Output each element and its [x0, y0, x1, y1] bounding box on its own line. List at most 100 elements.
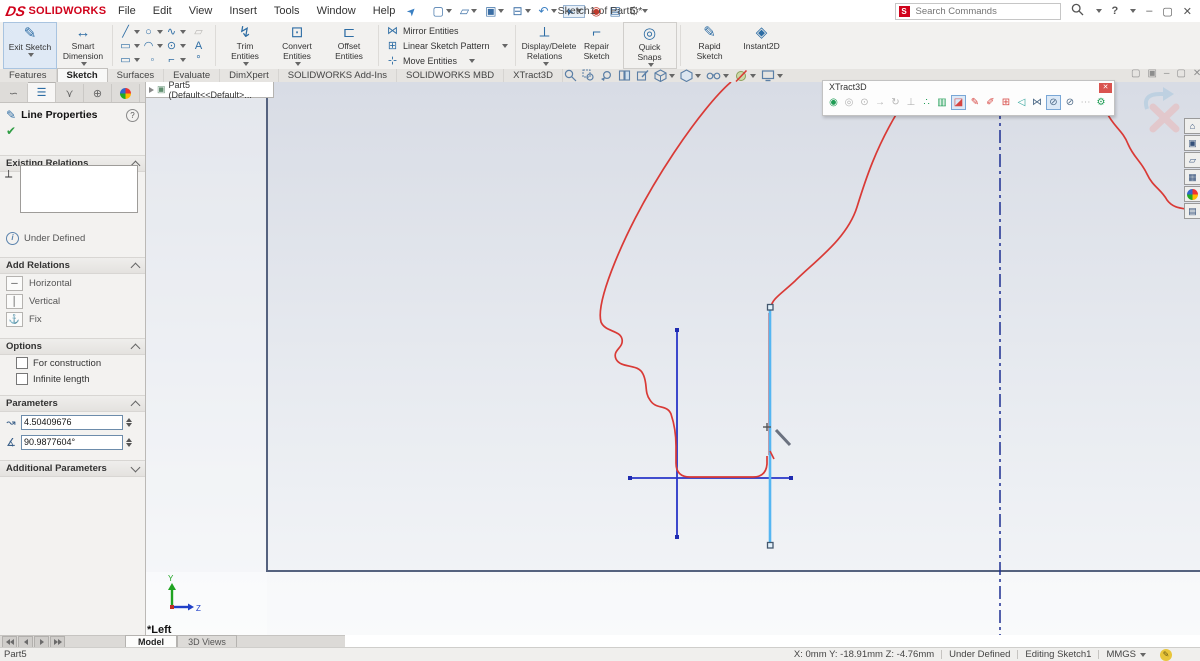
existing-relations-listbox[interactable]	[20, 165, 138, 213]
help-caret-icon[interactable]	[1130, 9, 1136, 13]
options-header[interactable]: Options	[0, 338, 145, 355]
feature-tree-flyout[interactable]: ▣ Part5 (Default<<Default>...	[145, 82, 274, 98]
status-units[interactable]: MMGS	[1106, 649, 1136, 660]
settings-gear-button[interactable]: ⚙	[627, 4, 650, 18]
mini-tool-button[interactable]: °	[187, 53, 210, 67]
tab-surfaces[interactable]: Surfaces	[108, 69, 165, 82]
rectangle-tool-button[interactable]: ▭	[118, 39, 141, 53]
doc-minimize-icon[interactable]: –	[1164, 68, 1170, 79]
endpoint[interactable]	[628, 476, 632, 480]
mirror-entities-button[interactable]: ⋈Mirror Entities	[386, 24, 508, 37]
xtract-import-button[interactable]: ◉	[827, 96, 840, 109]
close-button[interactable]: ✕	[1183, 5, 1192, 18]
length-input[interactable]	[21, 415, 123, 430]
additional-parameters-header[interactable]: Additional Parameters	[0, 460, 145, 477]
dynamic-annotation-icon[interactable]	[636, 69, 649, 82]
search-commands-box[interactable]: S	[895, 3, 1061, 20]
open-document-button[interactable]: ▱	[458, 4, 479, 18]
help-icon[interactable]: ?	[126, 109, 139, 122]
search-caret-icon[interactable]	[1096, 9, 1102, 13]
view-orientation-icon[interactable]	[654, 69, 675, 82]
design-library-icon[interactable]: ▣	[1184, 135, 1200, 151]
selected-endpoint-bottom[interactable]	[768, 543, 774, 549]
add-relations-header[interactable]: Add Relations	[0, 257, 145, 274]
doc-restore-icon[interactable]: ▢	[1176, 68, 1185, 79]
3d-views-tab[interactable]: 3D Views	[177, 635, 237, 647]
endpoint[interactable]	[675, 328, 679, 332]
zoom-to-area-icon[interactable]	[582, 69, 595, 82]
xtract-dimension-button[interactable]: ⋈	[1031, 96, 1044, 109]
configurationmanager-tab[interactable]: ⋎	[56, 84, 84, 102]
ok-check-icon[interactable]: ✔	[0, 124, 145, 141]
smart-dimension-button[interactable]: ↔ Smart Dimension	[57, 22, 109, 69]
doc-close-icon[interactable]: ✕	[1193, 68, 1200, 79]
tab-sketch[interactable]: Sketch	[57, 68, 108, 82]
hide-show-items-icon[interactable]	[706, 69, 729, 82]
sketch-pencil-icon[interactable]: ✎	[1160, 649, 1172, 661]
point-tool-button[interactable]: ◦	[141, 53, 164, 67]
menu-tools[interactable]: Tools	[274, 5, 300, 17]
xtract-trace-pen-button[interactable]: ✎	[969, 96, 982, 109]
instant2d-button[interactable]: ◈ Instant2D	[736, 22, 788, 69]
menu-help[interactable]: Help	[373, 5, 396, 17]
edit-appearance-icon[interactable]	[734, 69, 756, 83]
options-list-button[interactable]: ▤	[607, 4, 622, 18]
zoom-to-fit-icon[interactable]	[564, 69, 577, 82]
xtract-hide-slice-button[interactable]: ⊘	[1064, 96, 1077, 109]
maximize-button[interactable]: ▢	[1162, 5, 1172, 18]
relation-fix-button[interactable]: ⚓ Fix	[0, 310, 145, 328]
appearances-icon[interactable]	[1184, 186, 1200, 202]
display-style-icon[interactable]	[680, 69, 701, 82]
angle-spinner[interactable]	[126, 438, 132, 447]
fillet-tool-button[interactable]: ⌐	[164, 53, 187, 67]
red-profile-curve-right[interactable]	[771, 113, 897, 307]
print-button[interactable]: ⊟	[510, 4, 532, 18]
pane-split-icon[interactable]: ▣	[1147, 68, 1156, 79]
selected-endpoint-top[interactable]	[768, 305, 774, 311]
file-explorer-icon[interactable]: ▱	[1184, 152, 1200, 168]
xtract-trace-brush-button[interactable]: ✐	[984, 96, 997, 109]
relation-vertical-button[interactable]: │ Vertical	[0, 292, 145, 310]
search-icon[interactable]	[1071, 3, 1084, 19]
previous-view-icon[interactable]	[600, 69, 613, 82]
pin-menu-icon[interactable]: ➤	[404, 3, 420, 19]
help-button[interactable]: ?	[1112, 5, 1119, 17]
model-tab[interactable]: Model	[125, 635, 177, 647]
red-profile-curve-left[interactable]	[600, 82, 767, 477]
view-settings-icon[interactable]	[761, 69, 783, 82]
endpoint[interactable]	[789, 476, 793, 480]
linear-pattern-button[interactable]: ⊞Linear Sketch Pattern	[386, 39, 508, 52]
select-tool-button[interactable]: ➤	[563, 5, 585, 18]
for-construction-checkbox[interactable]: For construction	[0, 355, 145, 371]
move-entities-button[interactable]: ⊹Move Entities	[386, 54, 508, 67]
units-caret-icon[interactable]	[1140, 653, 1146, 657]
minimize-button[interactable]: –	[1146, 5, 1152, 17]
section-view-icon[interactable]	[618, 69, 631, 82]
checkbox-icon[interactable]	[16, 373, 28, 385]
relation-horizontal-button[interactable]: ─ Horizontal	[0, 274, 145, 292]
rapid-sketch-button[interactable]: ✎ Rapid Sketch	[684, 22, 736, 69]
endpoint[interactable]	[675, 535, 679, 539]
tab-solidworks-mbd[interactable]: SOLIDWORKS MBD	[397, 69, 504, 82]
display-delete-relations-button[interactable]: ⟂ Display/Delete Relations	[519, 22, 571, 69]
undo-button[interactable]: ↶	[537, 4, 559, 18]
xtract3d-close-button[interactable]: ✕	[1099, 83, 1112, 93]
home-tab-icon[interactable]: ⌂	[1184, 118, 1200, 134]
featuremanager-tab[interactable]: ∽	[0, 84, 28, 102]
menu-file[interactable]: File	[118, 5, 136, 17]
propertymanager-tab[interactable]: ☰	[28, 82, 56, 102]
xtract-pointcloud-button[interactable]: ∴	[920, 96, 933, 109]
xtract-copy-slice-button[interactable]: ⊞	[1000, 96, 1013, 109]
save-button[interactable]: ▣	[483, 4, 506, 18]
circle-tool-button[interactable]: ○	[141, 25, 164, 39]
text-tool-button[interactable]: A	[187, 39, 210, 53]
sketch-canvas[interactable]: Y Z	[145, 82, 1200, 635]
menu-window[interactable]: Window	[317, 5, 356, 17]
slot-tool-button[interactable]: ▭	[118, 53, 141, 67]
parameters-header[interactable]: Parameters	[0, 395, 145, 412]
dimxpertmanager-tab[interactable]: ⊕	[84, 84, 112, 102]
spline-tool-button[interactable]: ∿	[164, 25, 187, 39]
view-palette-icon[interactable]: ▦	[1184, 169, 1200, 185]
tab-xtract3d[interactable]: XTract3D	[504, 69, 563, 82]
line-tool-button[interactable]: ╱	[118, 25, 141, 39]
